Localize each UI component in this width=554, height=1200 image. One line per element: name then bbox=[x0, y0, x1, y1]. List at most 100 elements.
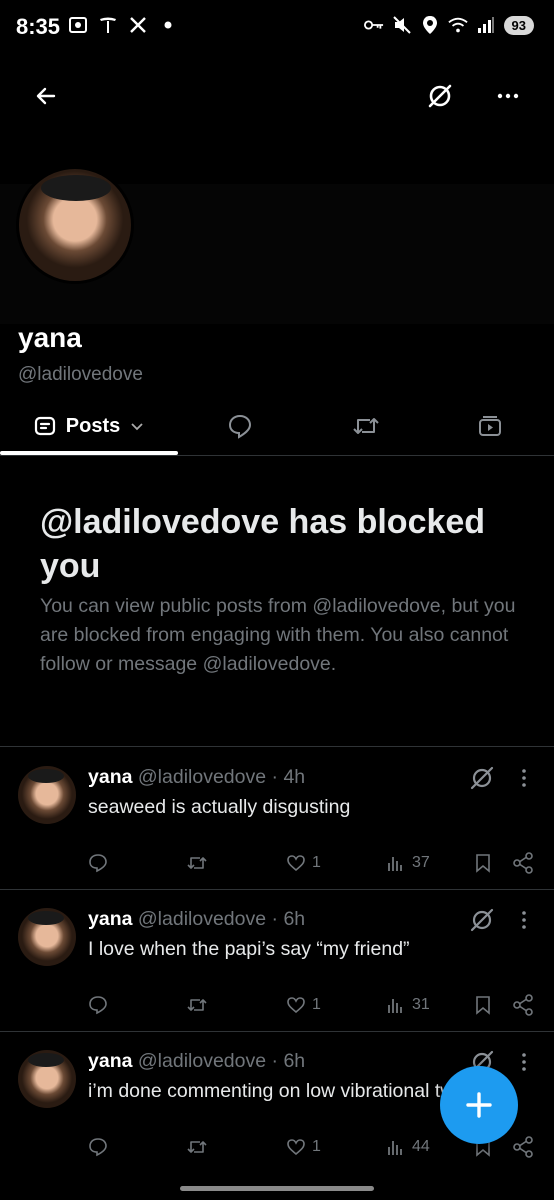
plus-icon bbox=[466, 1092, 492, 1118]
repost-button[interactable] bbox=[186, 990, 208, 1020]
tweet-author-handle: @ladilovedove bbox=[137, 766, 267, 788]
share-button[interactable] bbox=[512, 990, 534, 1020]
reply-bubble-icon bbox=[228, 414, 252, 439]
dot-icon bbox=[158, 15, 178, 35]
tweet-separator: · bbox=[266, 766, 284, 788]
like-button[interactable]: 1 bbox=[286, 848, 321, 878]
like-count: 1 bbox=[312, 1138, 321, 1155]
profile-top-bar bbox=[0, 60, 554, 130]
tab-media[interactable] bbox=[450, 398, 530, 454]
tweet-header: yana @ladilovedove · 4h bbox=[88, 766, 305, 789]
grok-icon bbox=[428, 84, 452, 108]
repost-icon bbox=[353, 418, 379, 434]
tweet-more-button[interactable] bbox=[512, 764, 536, 792]
tweet-time: 6h bbox=[283, 1050, 306, 1072]
bookmark-icon bbox=[476, 854, 490, 873]
views-button[interactable]: 37 bbox=[386, 848, 430, 878]
heart-icon bbox=[287, 1139, 305, 1156]
tweet-more-button[interactable] bbox=[512, 906, 536, 934]
heart-icon bbox=[287, 997, 305, 1014]
grok-button[interactable] bbox=[468, 764, 496, 792]
divider bbox=[0, 746, 554, 747]
reply-button[interactable] bbox=[88, 1132, 108, 1162]
reply-button[interactable] bbox=[88, 848, 108, 878]
posts-icon bbox=[34, 416, 55, 436]
more-vertical-icon bbox=[522, 911, 526, 929]
tab-posts[interactable]: Posts bbox=[0, 398, 178, 455]
bookmark-icon bbox=[476, 996, 490, 1015]
view-count: 37 bbox=[412, 854, 430, 871]
tweet-item[interactable]: yana @ladilovedove · 6h I love when the … bbox=[0, 890, 554, 1032]
tweet-header: yana @ladilovedove · 6h bbox=[88, 1050, 305, 1073]
tweet-avatar[interactable] bbox=[18, 1050, 76, 1108]
tweet-separator: · bbox=[266, 1050, 284, 1072]
tweet-author-name[interactable]: yana bbox=[88, 1050, 132, 1072]
compose-post-button[interactable] bbox=[440, 1066, 518, 1144]
tweet-author-handle: @ladilovedove bbox=[137, 1050, 267, 1072]
tweet-avatar[interactable] bbox=[18, 908, 76, 966]
grok-button[interactable] bbox=[468, 906, 496, 934]
blocked-title: @ladilovedove has blocked you bbox=[40, 503, 486, 585]
bookmark-button[interactable] bbox=[474, 848, 492, 878]
active-tab-indicator bbox=[0, 451, 178, 455]
tweet-header: yana @ladilovedove · 6h bbox=[88, 908, 305, 931]
tesla-icon bbox=[98, 15, 118, 35]
repost-icon bbox=[187, 857, 207, 869]
reply-icon bbox=[89, 996, 107, 1015]
like-button[interactable]: 1 bbox=[286, 1132, 321, 1162]
grok-icon bbox=[470, 908, 494, 932]
signal-icon bbox=[476, 15, 496, 35]
tab-replies[interactable] bbox=[200, 398, 280, 454]
tweet-author-name[interactable]: yana bbox=[88, 766, 132, 788]
reply-icon bbox=[89, 854, 107, 873]
views-button[interactable]: 31 bbox=[386, 990, 430, 1020]
profile-avatar[interactable] bbox=[16, 166, 134, 284]
bookmark-button[interactable] bbox=[474, 990, 492, 1020]
tweet-author-handle: @ladilovedove bbox=[137, 908, 267, 930]
tab-reposts[interactable] bbox=[326, 398, 406, 454]
tweet-text: seaweed is actually disgusting bbox=[88, 796, 351, 818]
tweet-item[interactable]: yana @ladilovedove · 4h seaweed is actua… bbox=[0, 748, 554, 890]
profile-handle: @ladilovedove bbox=[18, 364, 143, 385]
battery-indicator: 93 bbox=[503, 15, 534, 35]
view-count: 44 bbox=[412, 1138, 430, 1155]
grok-button[interactable] bbox=[418, 74, 462, 118]
status-bar: 8:35 93 bbox=[0, 0, 554, 56]
tweet-actions: 1 37 bbox=[0, 848, 554, 878]
repost-button[interactable] bbox=[186, 848, 208, 878]
back-arrow-icon bbox=[36, 87, 56, 105]
share-icon bbox=[513, 994, 533, 1016]
tweet-avatar[interactable] bbox=[18, 766, 76, 824]
gesture-home-bar[interactable] bbox=[180, 1186, 374, 1191]
analytics-icon bbox=[388, 857, 402, 871]
repost-icon bbox=[187, 1141, 207, 1153]
repost-icon bbox=[187, 999, 207, 1011]
tab-posts-label: Posts bbox=[65, 414, 121, 437]
tweet-more-button[interactable] bbox=[512, 1048, 536, 1076]
more-options-button[interactable] bbox=[486, 74, 530, 118]
tweet-author-name[interactable]: yana bbox=[88, 908, 132, 930]
like-button[interactable]: 1 bbox=[286, 990, 321, 1020]
location-icon bbox=[420, 15, 440, 35]
tweet-text: I love when the papi’s say “my friend” bbox=[88, 938, 410, 960]
status-right-icons: 93 bbox=[363, 15, 534, 35]
screenshot-icon bbox=[68, 15, 88, 35]
reply-button[interactable] bbox=[88, 990, 108, 1020]
share-button[interactable] bbox=[512, 1132, 534, 1162]
repost-button[interactable] bbox=[186, 1132, 208, 1162]
like-count: 1 bbox=[312, 854, 321, 871]
views-button[interactable]: 44 bbox=[386, 1132, 430, 1162]
heart-icon bbox=[287, 855, 305, 872]
back-button[interactable] bbox=[24, 74, 68, 118]
chevron-down-icon bbox=[131, 423, 143, 431]
blocked-description: You can view public posts from @ladilove… bbox=[40, 595, 516, 675]
view-count: 31 bbox=[412, 996, 430, 1013]
x-icon bbox=[128, 15, 148, 35]
wifi-icon bbox=[447, 15, 468, 35]
status-left-icons bbox=[68, 15, 178, 35]
key-icon bbox=[363, 15, 384, 35]
share-button[interactable] bbox=[512, 848, 534, 878]
more-vertical-icon bbox=[522, 769, 526, 787]
tweet-time: 6h bbox=[283, 908, 306, 930]
video-icon bbox=[479, 416, 501, 436]
